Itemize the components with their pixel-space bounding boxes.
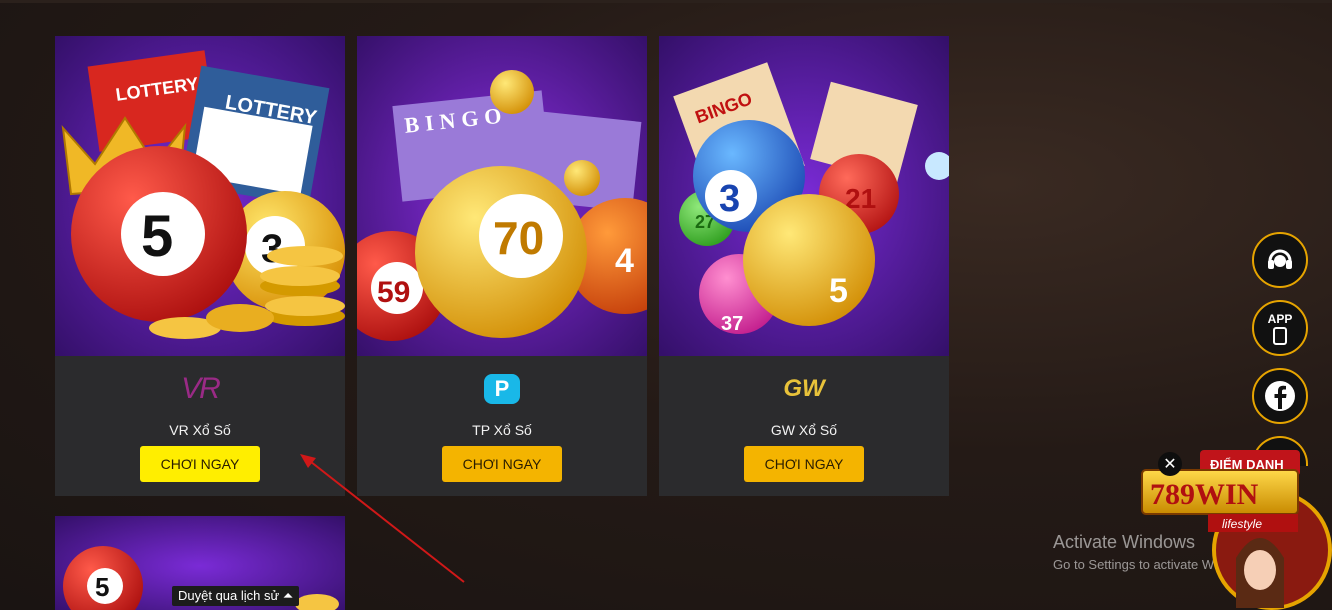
annotation-arrow <box>300 454 465 583</box>
close-promo-button[interactable]: ✕ <box>1158 452 1182 476</box>
close-icon: ✕ <box>1163 456 1177 473</box>
app-icon: APP <box>1267 311 1293 345</box>
headset-icon <box>1268 249 1292 269</box>
app-label: APP <box>1267 311 1293 326</box>
facebook-icon <box>1265 381 1295 411</box>
promo-tagline: lifestyle <box>1222 517 1262 531</box>
promo-brand: 789WIN <box>1150 478 1259 511</box>
download-app-button[interactable]: APP <box>1252 300 1308 356</box>
support-headset-button[interactable] <box>1252 232 1308 288</box>
facebook-button[interactable] <box>1252 368 1308 424</box>
